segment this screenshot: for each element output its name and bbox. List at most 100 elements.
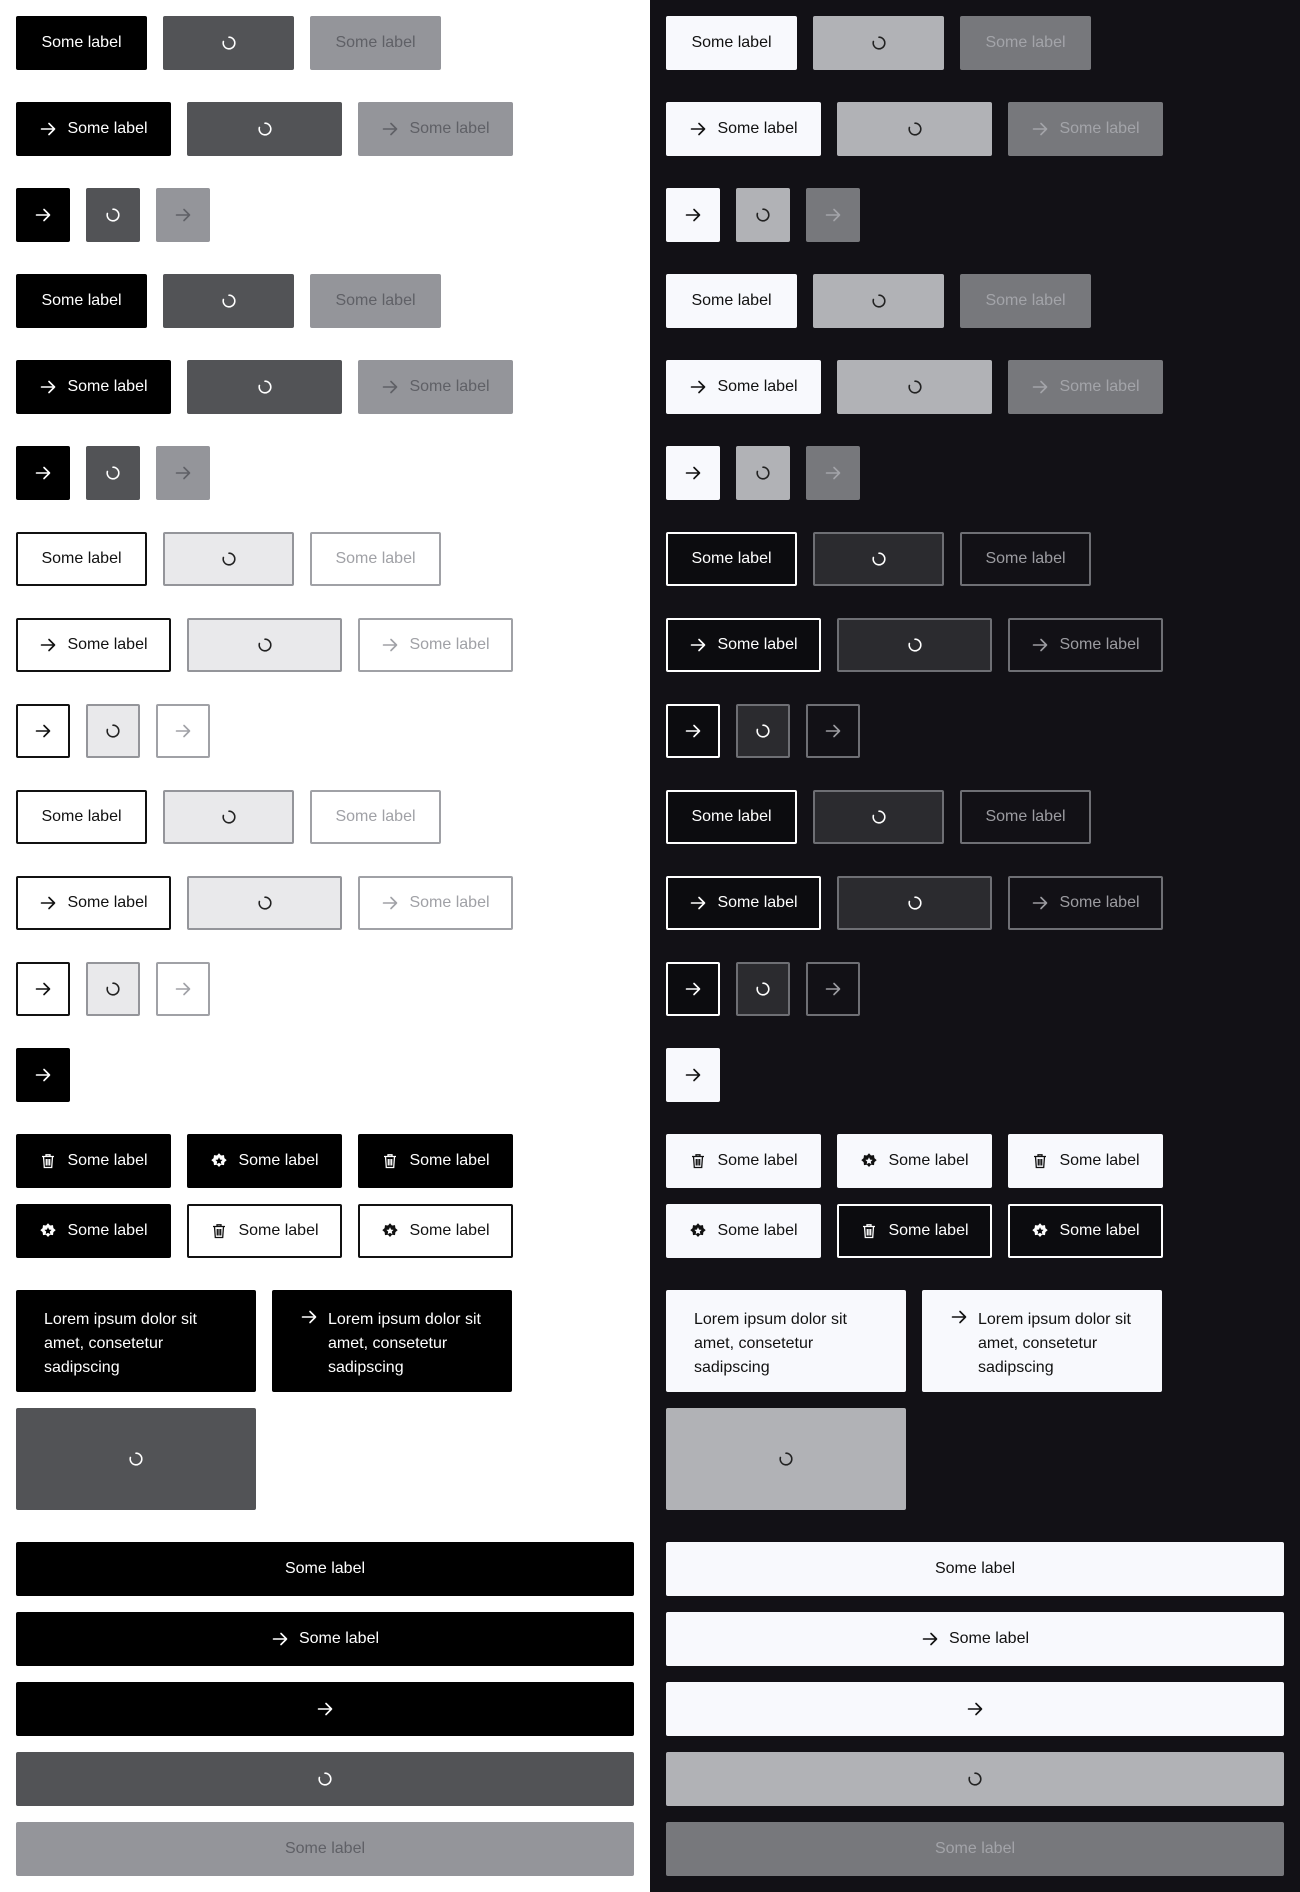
loading-button[interactable] — [837, 102, 992, 156]
disabled-label-button[interactable]: Some label — [960, 532, 1091, 586]
arrow-label-button[interactable]: Some label — [16, 876, 171, 930]
loading-button[interactable] — [187, 618, 342, 672]
badge-button[interactable]: Some label — [187, 1134, 342, 1188]
disabled-arrow-icon-button[interactable] — [156, 704, 210, 758]
delete-button[interactable]: Some label — [16, 1134, 171, 1188]
loading-icon-button[interactable] — [736, 188, 790, 242]
arrow-icon-button[interactable] — [666, 1048, 720, 1102]
loading-button[interactable] — [837, 618, 992, 672]
disabled-arrow-icon-button[interactable] — [806, 962, 860, 1016]
loading-button[interactable] — [163, 16, 294, 70]
full-width-disabled-button[interactable]: Some label — [666, 1822, 1284, 1876]
label-button[interactable]: Some label — [666, 274, 797, 328]
arrow-icon-button[interactable] — [666, 704, 720, 758]
loading-multiline-button[interactable] — [16, 1408, 256, 1510]
loading-multiline-button[interactable] — [666, 1408, 906, 1510]
disabled-arrow-label-button[interactable]: Some label — [1008, 876, 1163, 930]
disabled-arrow-label-button[interactable]: Some label — [358, 876, 513, 930]
arrow-label-button[interactable]: Some label — [666, 876, 821, 930]
disabled-arrow-label-button[interactable]: Some label — [358, 360, 513, 414]
full-width-disabled-button[interactable]: Some label — [16, 1822, 634, 1876]
arrow-icon-button[interactable] — [666, 446, 720, 500]
disabled-label-button[interactable]: Some label — [960, 790, 1091, 844]
label-button[interactable]: Some label — [16, 532, 147, 586]
loading-icon-button[interactable] — [86, 446, 140, 500]
loading-button[interactable] — [813, 790, 944, 844]
label-button[interactable]: Some label — [16, 790, 147, 844]
label-button[interactable]: Some label — [666, 790, 797, 844]
arrow-label-button[interactable]: Some label — [16, 102, 171, 156]
loading-button[interactable] — [163, 274, 294, 328]
disabled-arrow-icon-button[interactable] — [806, 446, 860, 500]
full-width-arrow-button[interactable]: Some label — [666, 1612, 1284, 1666]
full-width-button[interactable]: Some label — [666, 1542, 1284, 1596]
loading-button[interactable] — [813, 274, 944, 328]
delete-button[interactable]: Some label — [666, 1134, 821, 1188]
label-button[interactable]: Some label — [666, 16, 797, 70]
loading-icon-button[interactable] — [86, 704, 140, 758]
disabled-arrow-icon-button[interactable] — [156, 446, 210, 500]
disabled-label-button[interactable]: Some label — [310, 532, 441, 586]
arrow-label-button[interactable]: Some label — [666, 618, 821, 672]
arrow-icon-button[interactable] — [666, 188, 720, 242]
label-button[interactable]: Some label — [16, 16, 147, 70]
multiline-arrow-button[interactable]: Lorem ipsum dolor sit amet, consetetur s… — [922, 1290, 1162, 1392]
loading-icon-button[interactable] — [736, 962, 790, 1016]
badge-button[interactable]: Some label — [837, 1134, 992, 1188]
loading-button[interactable] — [187, 876, 342, 930]
delete-outline-button[interactable]: Some label — [187, 1204, 342, 1258]
loading-button[interactable] — [837, 360, 992, 414]
delete-button[interactable]: Some label — [358, 1134, 513, 1188]
full-width-icon-button[interactable] — [16, 1682, 634, 1736]
loading-button[interactable] — [813, 532, 944, 586]
arrow-icon-button[interactable] — [666, 962, 720, 1016]
delete-button[interactable]: Some label — [1008, 1134, 1163, 1188]
disabled-label-button[interactable]: Some label — [310, 274, 441, 328]
loading-icon-button[interactable] — [736, 446, 790, 500]
multiline-button[interactable]: Lorem ipsum dolor sit amet, consetetur s… — [16, 1290, 256, 1392]
arrow-icon-button[interactable] — [16, 704, 70, 758]
loading-button[interactable] — [837, 876, 992, 930]
disabled-arrow-label-button[interactable]: Some label — [1008, 102, 1163, 156]
disabled-label-button[interactable]: Some label — [310, 16, 441, 70]
disabled-label-button[interactable]: Some label — [960, 16, 1091, 70]
badge-outline-button[interactable]: Some label — [358, 1204, 513, 1258]
label-button[interactable]: Some label — [16, 274, 147, 328]
disabled-label-button[interactable]: Some label — [960, 274, 1091, 328]
label-button[interactable]: Some label — [666, 532, 797, 586]
loading-icon-button[interactable] — [736, 704, 790, 758]
arrow-label-button[interactable]: Some label — [16, 360, 171, 414]
loading-button[interactable] — [813, 16, 944, 70]
arrow-icon-button[interactable] — [16, 446, 70, 500]
disabled-arrow-icon-button[interactable] — [156, 962, 210, 1016]
loading-icon-button[interactable] — [86, 188, 140, 242]
disabled-arrow-icon-button[interactable] — [806, 704, 860, 758]
arrow-label-button[interactable]: Some label — [666, 360, 821, 414]
arrow-icon-button[interactable] — [16, 962, 70, 1016]
loading-button[interactable] — [187, 360, 342, 414]
loading-icon-button[interactable] — [86, 962, 140, 1016]
disabled-arrow-label-button[interactable]: Some label — [1008, 618, 1163, 672]
disabled-arrow-icon-button[interactable] — [156, 188, 210, 242]
badge-button[interactable]: Some label — [16, 1204, 171, 1258]
badge-button[interactable]: Some label — [666, 1204, 821, 1258]
full-width-loading-button[interactable] — [16, 1752, 634, 1806]
arrow-icon-button[interactable] — [16, 188, 70, 242]
badge-outline-button[interactable]: Some label — [1008, 1204, 1163, 1258]
multiline-button[interactable]: Lorem ipsum dolor sit amet, consetetur s… — [666, 1290, 906, 1392]
disabled-arrow-label-button[interactable]: Some label — [358, 102, 513, 156]
full-width-arrow-button[interactable]: Some label — [16, 1612, 634, 1666]
full-width-icon-button[interactable] — [666, 1682, 1284, 1736]
disabled-arrow-icon-button[interactable] — [806, 188, 860, 242]
multiline-arrow-button[interactable]: Lorem ipsum dolor sit amet, consetetur s… — [272, 1290, 512, 1392]
disabled-arrow-label-button[interactable]: Some label — [1008, 360, 1163, 414]
disabled-arrow-label-button[interactable]: Some label — [358, 618, 513, 672]
delete-outline-button[interactable]: Some label — [837, 1204, 992, 1258]
arrow-icon-button[interactable] — [16, 1048, 70, 1102]
loading-button[interactable] — [163, 532, 294, 586]
disabled-label-button[interactable]: Some label — [310, 790, 441, 844]
arrow-label-button[interactable]: Some label — [666, 102, 821, 156]
loading-button[interactable] — [163, 790, 294, 844]
loading-button[interactable] — [187, 102, 342, 156]
full-width-button[interactable]: Some label — [16, 1542, 634, 1596]
